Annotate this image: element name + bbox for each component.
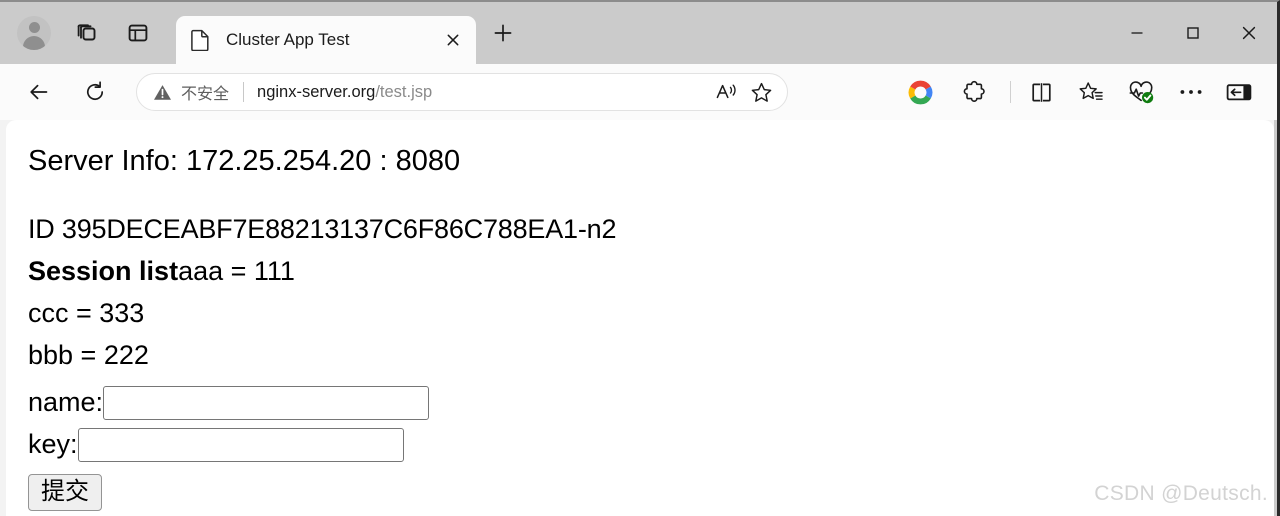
url-host: nginx-server.org bbox=[257, 82, 376, 101]
session-entry-row: ccc = 333 bbox=[28, 297, 145, 328]
ellipsis-icon bbox=[1179, 88, 1203, 96]
collections-button[interactable] bbox=[1071, 72, 1111, 112]
close-window-button[interactable] bbox=[1221, 2, 1277, 64]
tab-actions-panel-icon bbox=[126, 21, 150, 45]
copilot-icon bbox=[907, 79, 934, 106]
browser-window: Cluster App Test 不安全 nginx-server.org/te… bbox=[0, 0, 1280, 516]
session-entry-row: bbb = 222 bbox=[28, 339, 149, 370]
reload-button[interactable] bbox=[76, 73, 114, 111]
read-aloud-button[interactable] bbox=[710, 75, 744, 109]
tab-actions-panel-button[interactable] bbox=[118, 13, 158, 53]
split-screen-button[interactable] bbox=[1021, 72, 1061, 112]
split-screen-icon bbox=[1029, 80, 1054, 105]
security-indicator[interactable]: 不安全 bbox=[153, 80, 229, 104]
tab-strip: Cluster App Test bbox=[0, 2, 1277, 64]
reload-icon bbox=[83, 80, 107, 104]
read-aloud-icon bbox=[715, 81, 739, 103]
maximize-button[interactable] bbox=[1165, 2, 1221, 64]
url-path: /test.jsp bbox=[375, 82, 433, 101]
security-label: 不安全 bbox=[181, 86, 230, 103]
content-shell: Server Info: 172.25.254.20 : 8080 ID 395… bbox=[0, 120, 1274, 516]
add-favorite-button[interactable] bbox=[744, 75, 778, 109]
extensions-button[interactable] bbox=[954, 72, 994, 112]
server-info-line: Server Info: 172.25.254.20 : 8080 bbox=[28, 145, 461, 177]
address-separator bbox=[243, 82, 245, 102]
window-controls bbox=[1109, 2, 1277, 64]
close-icon[interactable] bbox=[440, 27, 466, 53]
back-button[interactable] bbox=[20, 73, 58, 111]
profile-avatar-button[interactable] bbox=[14, 13, 54, 53]
collections-star-icon bbox=[1078, 80, 1104, 105]
session-block: ID 395DECEABF7E88213137C6F86C788EA1-n2 S… bbox=[28, 214, 1266, 371]
session-entry-row: Session listaaa = 111 bbox=[28, 256, 1266, 288]
browser-essentials-heart-icon bbox=[1128, 80, 1155, 105]
new-tab-button[interactable] bbox=[486, 16, 520, 50]
workspaces-button[interactable] bbox=[66, 13, 106, 53]
url-text[interactable]: nginx-server.org/test.jsp bbox=[257, 83, 710, 102]
close-window-icon bbox=[1242, 26, 1256, 40]
maximize-icon bbox=[1187, 27, 1199, 39]
csdn-watermark: CSDN @Deutsch. bbox=[1094, 482, 1268, 505]
minimize-button[interactable] bbox=[1109, 2, 1165, 64]
name-label: name: bbox=[28, 387, 104, 418]
tab-title: Cluster App Test bbox=[226, 30, 350, 49]
minimize-icon bbox=[1131, 32, 1143, 34]
avatar bbox=[17, 16, 51, 50]
session-list-label: Session list bbox=[28, 256, 179, 287]
name-field-row: name: bbox=[28, 385, 1266, 420]
key-field-row: key: bbox=[28, 427, 1266, 462]
star-outline-icon bbox=[750, 81, 773, 104]
session-id-line: ID 395DECEABF7E88213137C6F86C788EA1-n2 bbox=[28, 214, 617, 245]
submit-button[interactable]: 提交 bbox=[28, 473, 102, 512]
page-viewport: Server Info: 172.25.254.20 : 8080 ID 395… bbox=[6, 120, 1274, 516]
plus-icon bbox=[492, 22, 514, 44]
back-arrow-icon bbox=[26, 79, 52, 105]
sidebar-toggle-button[interactable] bbox=[1219, 72, 1259, 112]
toolbar-divider bbox=[1010, 81, 1011, 103]
warning-triangle-icon bbox=[153, 83, 172, 102]
session-entry-value: aaa = 111 bbox=[178, 256, 295, 287]
extensions-puzzle-icon bbox=[962, 80, 987, 105]
sidebar-toggle-icon bbox=[1226, 81, 1252, 103]
copilot-button[interactable] bbox=[900, 72, 940, 112]
session-submit-form: name: key: 提交 bbox=[28, 385, 1266, 512]
page-document-icon bbox=[190, 29, 210, 51]
settings-and-more-button[interactable] bbox=[1171, 72, 1211, 112]
tab-cluster-app-test[interactable]: Cluster App Test bbox=[176, 16, 476, 64]
workspaces-icon bbox=[74, 21, 99, 46]
browser-essentials-button[interactable] bbox=[1121, 72, 1161, 112]
browser-toolbar: 不安全 nginx-server.org/test.jsp bbox=[0, 64, 1277, 120]
key-input[interactable] bbox=[77, 427, 404, 462]
address-bar[interactable]: 不安全 nginx-server.org/test.jsp bbox=[136, 73, 788, 111]
key-label: key: bbox=[28, 429, 78, 460]
name-input[interactable] bbox=[103, 385, 430, 420]
toolbar-right-group bbox=[886, 72, 1269, 112]
